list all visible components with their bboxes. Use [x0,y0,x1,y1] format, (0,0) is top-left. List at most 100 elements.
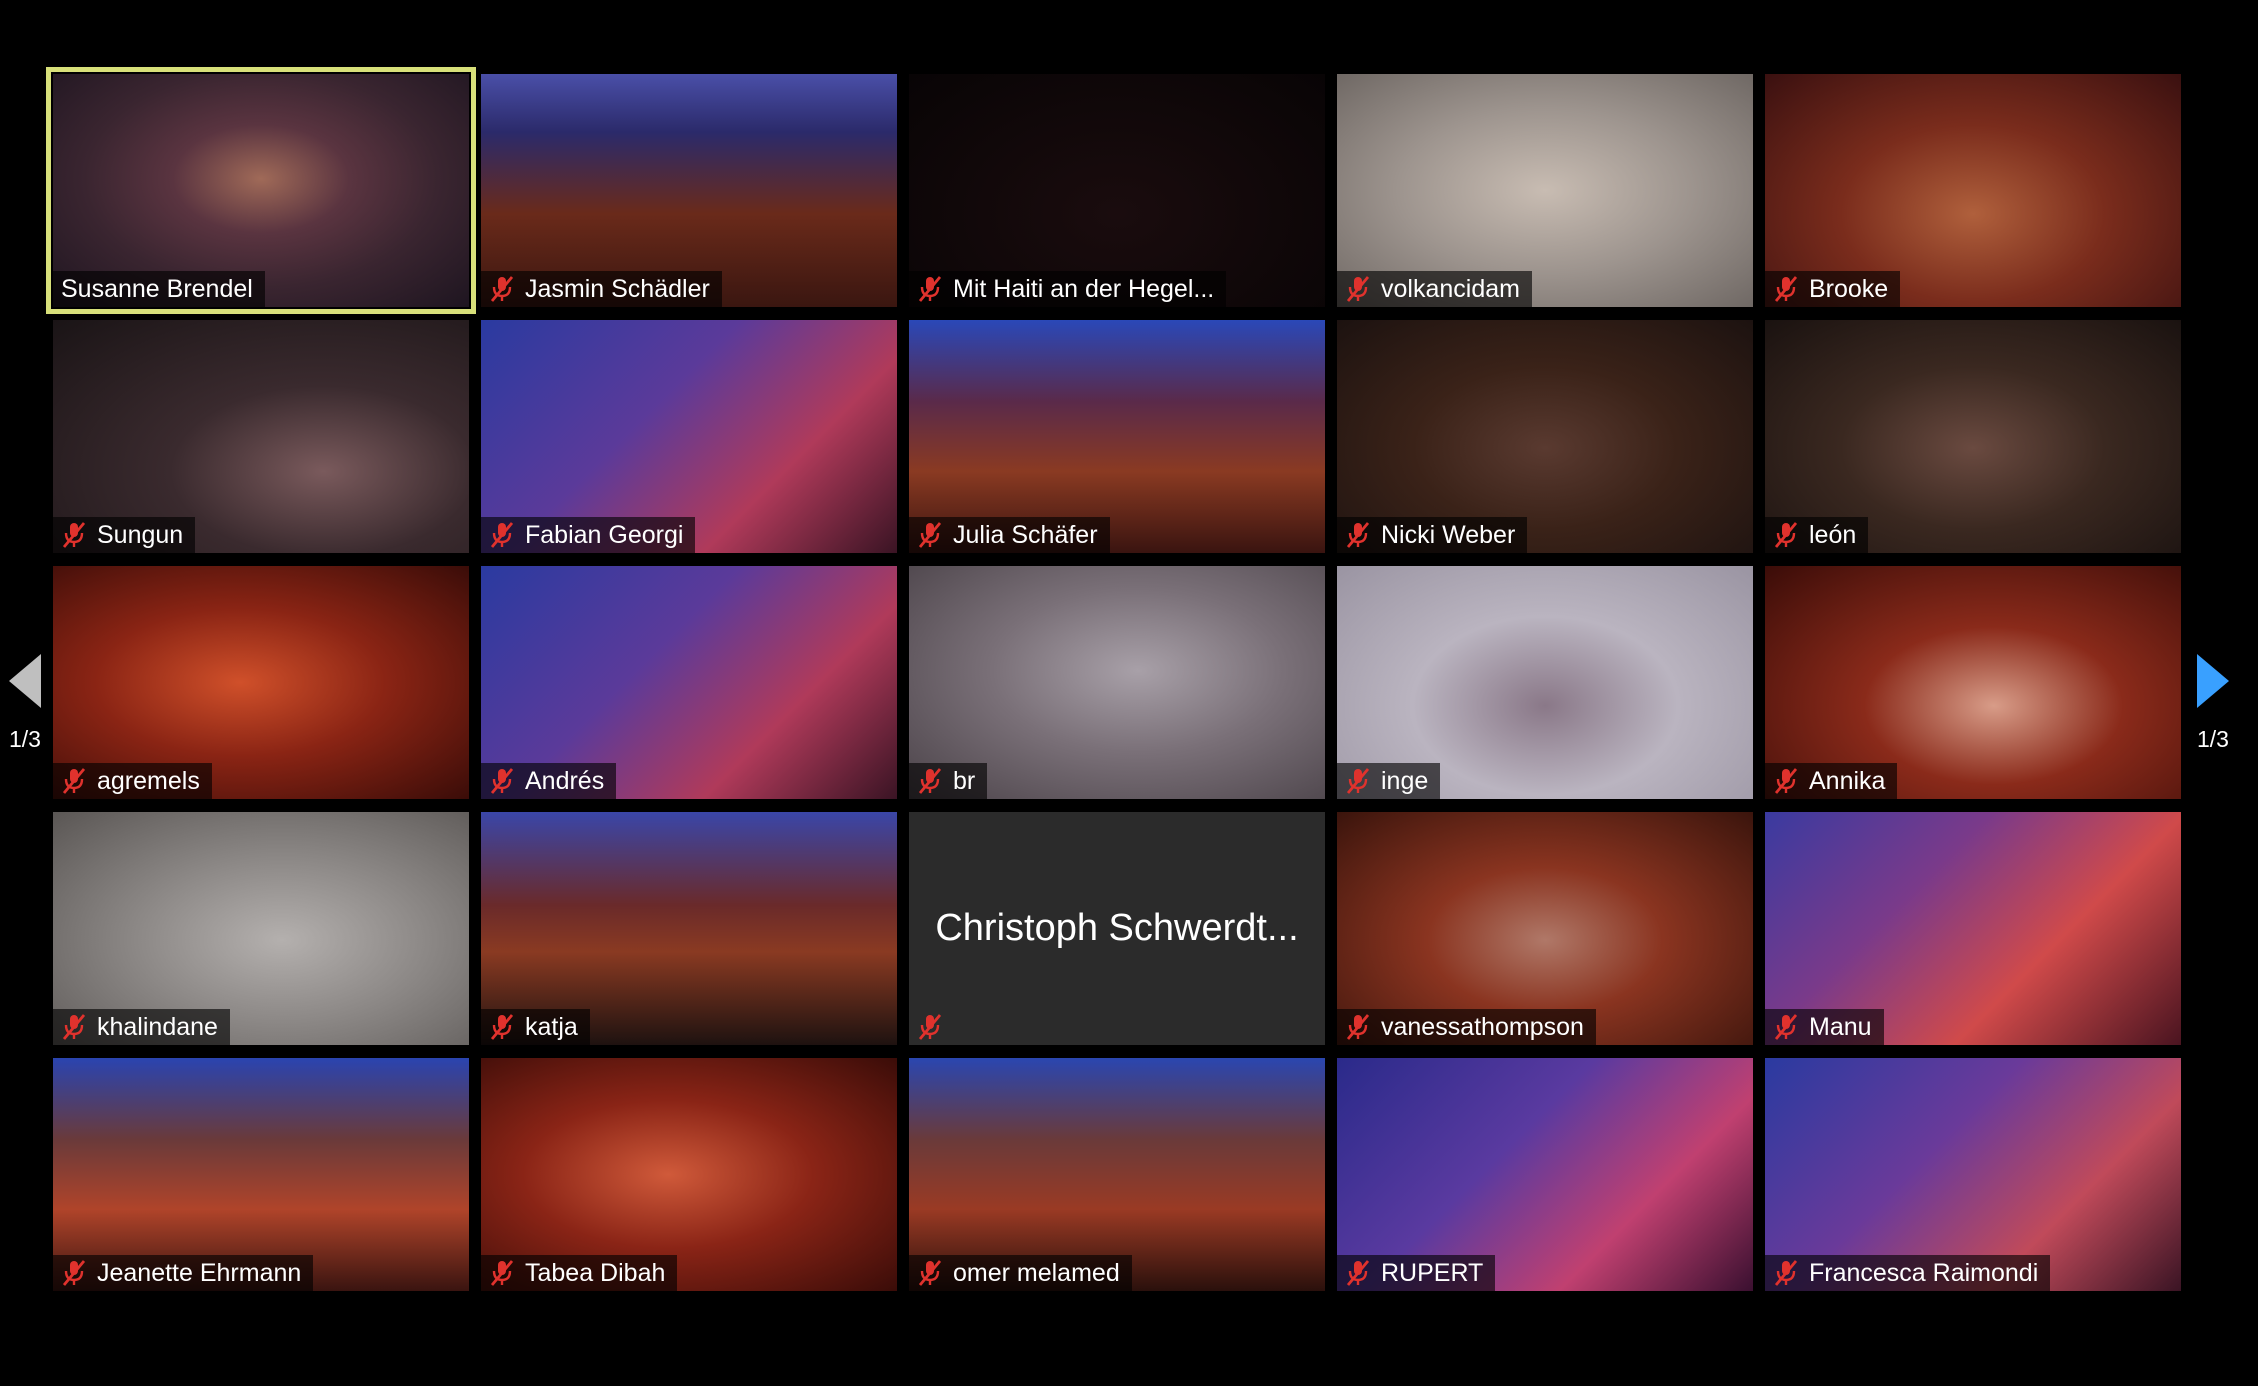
participant-tile[interactable]: omer melamed [909,1058,1325,1291]
participant-name-label: Jasmin Schädler [481,271,722,307]
participant-name: agremels [97,767,200,795]
participant-name-label: león [1765,517,1869,553]
participant-tile[interactable]: volkancidam [1337,74,1753,307]
participant-name-label: khalindane [53,1009,230,1045]
mic-muted-icon [918,768,942,794]
participant-tile[interactable]: Tabea Dibah [481,1058,897,1291]
participant-name-label: agremels [53,763,212,799]
participant-name-label: Annika [1765,763,1898,799]
participant-name: Annika [1809,767,1886,795]
mic-muted-icon [490,1260,514,1286]
mic-muted-icon [1346,1260,1370,1286]
mic-muted-icon [1346,1014,1370,1040]
participant-name: Nicki Weber [1381,521,1516,549]
participant-tile[interactable]: Fabian Georgi [481,320,897,553]
participant-tile[interactable]: katja [481,812,897,1045]
participant-name-label: omer melamed [909,1255,1132,1291]
participant-name-label: Nicki Weber [1337,517,1528,553]
participant-name: Brooke [1809,275,1889,303]
mic-muted-icon [1774,1260,1798,1286]
participant-name: khalindane [97,1013,218,1041]
participant-name: Francesca Raimondi [1809,1259,2039,1287]
participant-name-label: Jeanette Ehrmann [53,1255,314,1291]
participant-tile[interactable]: Annika [1765,566,2181,799]
participant-name-label: br [909,763,988,799]
mic-muted-icon [1774,276,1798,302]
participant-tile[interactable]: Francesca Raimondi [1765,1058,2181,1291]
mic-muted-icon [62,1014,86,1040]
participant-tile[interactable]: Susanne Brendel [46,67,476,314]
participant-tile[interactable]: khalindane [53,812,469,1045]
participant-name: león [1809,521,1857,549]
mic-muted-icon [918,522,942,548]
participant-name-label: Tabea Dibah [481,1255,678,1291]
participant-tile[interactable]: Mit Haiti an der Hegel... [909,74,1325,307]
participant-name: Fabian Georgi [525,521,684,549]
mic-muted-icon [1774,522,1798,548]
participant-tile[interactable]: Andrés [481,566,897,799]
participant-tile[interactable]: br [909,566,1325,799]
mic-muted-icon [918,1014,942,1040]
participant-tile[interactable]: Jasmin Schädler [481,74,897,307]
mic-muted-icon [1346,522,1370,548]
participant-name-label: Fabian Georgi [481,517,696,553]
participant-name: Susanne Brendel [61,275,253,303]
participant-name: Andrés [525,767,605,795]
mic-muted-icon [62,1260,86,1286]
mic-muted-icon [490,276,514,302]
previous-page-button[interactable]: 1/3 [0,654,50,753]
participant-name: Julia Schäfer [953,521,1098,549]
mic-muted-icon [918,1260,942,1286]
mic-muted-icon [1774,1014,1798,1040]
participant-name-label: katja [481,1009,590,1045]
participant-name: Manu [1809,1013,1872,1041]
participant-tile[interactable]: inge [1337,566,1753,799]
participant-name: katja [525,1013,578,1041]
mic-muted-icon [490,1014,514,1040]
mic-muted-icon [62,522,86,548]
participant-name-label: RUPERT [1337,1255,1496,1291]
participant-tile[interactable]: Jeanette Ehrmann [53,1058,469,1291]
arrow-right-icon [2197,654,2229,708]
participant-name-label: Brooke [1765,271,1901,307]
participant-name-label: Susanne Brendel [53,271,265,307]
mic-muted-icon [1346,768,1370,794]
gallery-view: 1/3 1/3 Susanne Brendel Jasmin Schädler … [0,0,2258,1386]
participant-name: Jeanette Ehrmann [97,1259,302,1287]
participant-name-label: volkancidam [1337,271,1532,307]
mic-muted-icon [1346,276,1370,302]
participant-name: RUPERT [1381,1259,1484,1287]
participant-tile[interactable]: Christoph Schwerdt... [909,812,1325,1045]
participant-name-label: Mit Haiti an der Hegel... [909,271,1227,307]
participant-name-label: Andrés [481,763,617,799]
mic-muted-icon [62,768,86,794]
participant-tile[interactable]: Brooke [1765,74,2181,307]
participant-name-label: inge [1337,763,1441,799]
participant-tile[interactable]: vanessathompson [1337,812,1753,1045]
participant-name-label: Manu [1765,1009,1884,1045]
mic-muted-icon [1774,768,1798,794]
participant-tile[interactable]: león [1765,320,2181,553]
participant-name: volkancidam [1381,275,1520,303]
mic-muted-icon [490,522,514,548]
participant-name: inge [1381,767,1429,795]
participant-name-label: Francesca Raimondi [1765,1255,2051,1291]
participant-name-label: vanessathompson [1337,1009,1596,1045]
participant-name: Sungun [97,521,184,549]
participant-name: Tabea Dibah [525,1259,666,1287]
participant-tile[interactable]: agremels [53,566,469,799]
participant-tile[interactable]: Nicki Weber [1337,320,1753,553]
participant-tile[interactable]: Manu [1765,812,2181,1045]
participant-display-name: Christoph Schwerdt... [935,907,1299,949]
participant-tile[interactable]: Sungun [53,320,469,553]
next-page-button[interactable]: 1/3 [2188,654,2238,753]
page-indicator-left: 1/3 [9,726,41,752]
mic-muted-icon [918,276,942,302]
participant-tile[interactable]: Julia Schäfer [909,320,1325,553]
participant-name: vanessathompson [1381,1013,1584,1041]
participant-tile[interactable]: RUPERT [1337,1058,1753,1291]
participant-name-label: Sungun [53,517,196,553]
participant-name: omer melamed [953,1259,1120,1287]
participant-name-label: Julia Schäfer [909,517,1110,553]
page-indicator-right: 1/3 [2197,726,2229,752]
